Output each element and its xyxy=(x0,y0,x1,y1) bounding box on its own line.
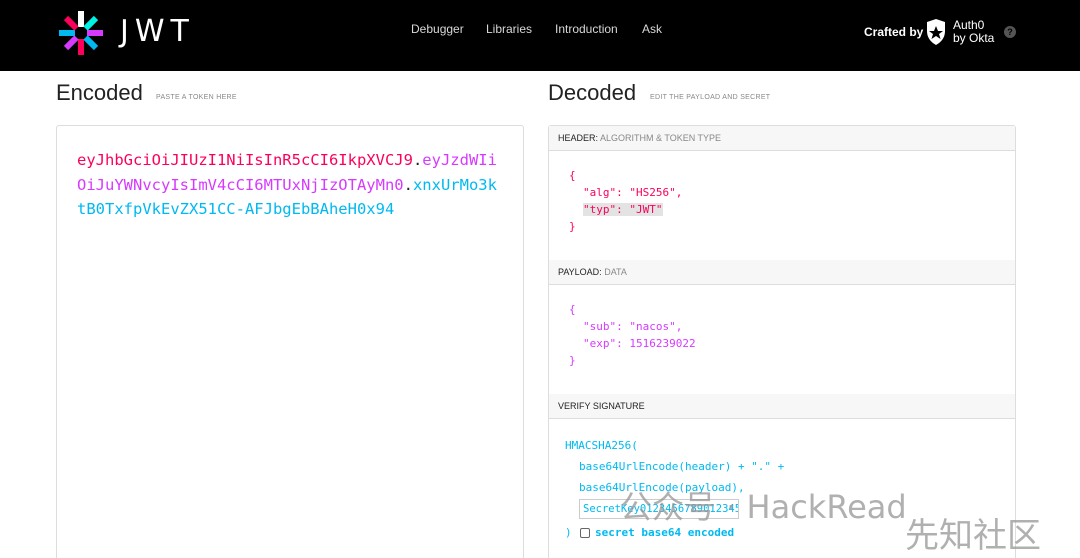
payload-json-editor[interactable]: { "sub": "nacos", "exp": 1516239022 } xyxy=(569,301,696,369)
token-header-part: eyJhbGciOiJIUzI1NiIsInR5cCI6IkpXVCJ9 xyxy=(77,151,413,169)
encoded-token[interactable]: eyJhbGciOiJIUzI1NiIsInR5cCI6IkpXVCJ9.eyJ… xyxy=(77,148,497,222)
encoded-token-editor[interactable]: eyJhbGciOiJIUzI1NiIsInR5cCI6IkpXVCJ9.eyJ… xyxy=(56,125,524,558)
nav-introduction[interactable]: Introduction xyxy=(555,22,618,36)
auth0-by-okta-link[interactable]: Auth0 by Okta xyxy=(953,19,994,45)
watermark-text: 公众号 · HackRead xyxy=(620,488,907,526)
auth0-shield-icon[interactable] xyxy=(925,18,947,46)
brand-name[interactable]: JWT xyxy=(120,14,195,49)
payload-section-title: PAYLOAD: DATA xyxy=(549,260,1015,285)
nav-ask[interactable]: Ask xyxy=(642,22,662,36)
decoded-title: Decoded xyxy=(548,80,637,105)
nav-libraries[interactable]: Libraries xyxy=(486,22,532,36)
encoded-title: Encoded xyxy=(56,80,143,105)
header-section-title: HEADER: ALGORITHM & TOKEN TYPE xyxy=(549,126,1015,151)
top-navbar: JWT Debugger Libraries Introduction Ask … xyxy=(0,0,1080,71)
verify-close-paren: ) xyxy=(565,526,572,539)
help-icon[interactable]: ? xyxy=(1004,26,1016,38)
secret-base64-checkbox[interactable] xyxy=(580,528,590,538)
header-json-editor[interactable]: { "alg": "HS256", "typ": "JWT" } xyxy=(569,167,682,235)
crafted-by-label: Crafted by xyxy=(864,25,924,39)
decoded-subtitle: EDIT THE PAYLOAD AND SECRET xyxy=(650,94,771,101)
encoded-subtitle: PASTE A TOKEN HERE xyxy=(156,94,237,101)
watermark-community: 先知社区 xyxy=(905,516,1041,556)
nav-debugger[interactable]: Debugger xyxy=(411,22,464,36)
jwt-logo-icon[interactable] xyxy=(56,8,106,58)
verify-section-title: VERIFY SIGNATURE xyxy=(549,394,1015,419)
